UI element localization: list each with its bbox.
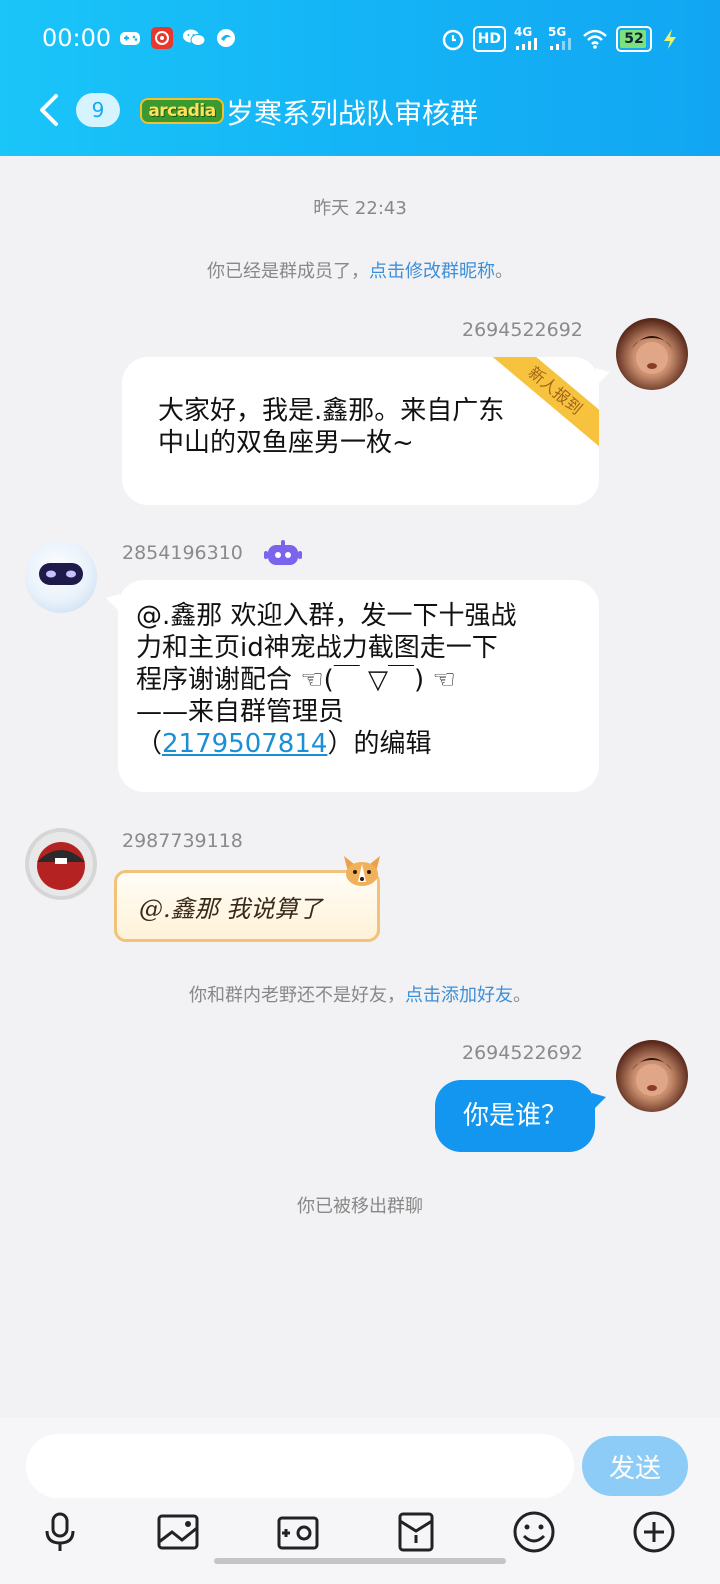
unread-count-badge[interactable]: 9 [76,93,120,127]
wifi-icon [582,26,608,52]
add-friend-link[interactable]: 点击添加好友 [405,985,513,1006]
message-bubble[interactable]: @.鑫那 欢迎入群，发一下十强战 力和主页id神宠战力截图走一下 程序谢谢配合 … [118,580,599,792]
edit-nickname-link[interactable]: 点击修改群昵称 [369,261,495,282]
system-notice-text: 你已经是群成员了， [207,261,369,282]
system-notice-joined: 你已经是群成员了，点击修改群昵称。 [0,257,720,283]
music-app-icon [150,26,174,50]
camera-icon [277,1516,319,1550]
message-line: @.鑫那 欢迎入群，发一下十强战 [136,601,517,631]
system-notice-not-friend: 你和群内老野还不是好友，点击添加好友。 [0,981,720,1007]
newcomer-ribbon-label: 新人报到 [492,357,599,447]
back-button[interactable] [34,90,68,130]
sender-name: 2694522692 [462,1042,583,1064]
admin-id-link[interactable]: 2179507814 [162,729,327,759]
emoji-button[interactable] [512,1510,556,1554]
net-4g-label: 4G [514,25,533,39]
swirl-app-icon [214,26,238,50]
bubble-tail [106,594,120,612]
avatar[interactable] [25,828,97,900]
send-button[interactable]: 发送 [582,1436,688,1496]
robot-badge-icon [264,540,302,565]
avatar[interactable] [616,1040,688,1112]
signal-5g-icon: 5G [548,26,574,52]
system-notice-text: 你和群内老野还不是好友， [189,985,405,1006]
voice-button[interactable] [38,1510,82,1554]
sender-name: 2694522692 [462,319,583,341]
home-indicator[interactable] [214,1558,506,1564]
status-app-icons [118,26,238,50]
message-text: ）的编辑 [327,729,432,759]
message-line: 力和主页id神宠战力截图走一下 [136,633,498,663]
back-chevron-icon [40,94,58,126]
net-5g-label: 5G [548,25,567,39]
message-bubble[interactable]: 大家好，我是.鑫那。来自广东 中山的双鱼座男一枚~ 新人报到 [122,357,599,505]
system-notice-end: 。 [495,261,513,282]
game-controller-icon [118,26,142,50]
camera-button[interactable] [276,1510,320,1554]
message-bubble[interactable]: 你是谁？ [435,1080,595,1152]
microphone-icon [45,1512,75,1551]
status-indicators: HD 4G 5G 52 [441,24,680,54]
image-button[interactable] [156,1510,200,1554]
timestamp: 昨天 22:43 [313,198,407,219]
status-bar: 00:00 HD 4G 5G 52 [0,0,720,78]
sender-name: 2987739118 [122,830,243,852]
signal-4g-icon: 4G [514,26,540,52]
avatar[interactable] [25,541,97,613]
input-toolbar [0,1510,720,1554]
emoji-icon [513,1511,555,1553]
message-input[interactable] [26,1434,574,1498]
corgi-sticker-icon [344,856,380,886]
bubble-tail [592,1093,606,1111]
group-logo: arcadia [140,98,224,124]
system-notice-removed: 你已被移出群聊 [297,1196,423,1217]
more-button[interactable] [632,1510,676,1554]
system-notice-end: 。 [513,985,531,1006]
message-text: （ [136,729,163,759]
image-icon [157,1514,199,1550]
newcomer-ribbon: 新人报到 [489,357,599,467]
header: 00:00 HD 4G 5G 52 9 arcadia 岁寒系列战队审核群 [0,0,720,156]
sender-name: 2854196310 [122,542,243,564]
status-time: 00:00 [42,24,112,52]
avatar[interactable] [616,318,688,390]
hd-badge: HD [472,26,506,52]
title-bar: 9 arcadia 岁寒系列战队审核群 [0,80,720,156]
bubble-tail [596,368,610,386]
red-packet-button[interactable] [394,1510,438,1554]
battery-indicator: 52 [616,26,652,52]
battery-level: 52 [624,31,644,47]
alarm-icon [441,26,465,52]
plus-icon [633,1511,675,1553]
message-line: 程序谢谢配合 ☜(￣ ▽￣) ☜ [136,665,456,695]
message-line: ——来自群管理员 [136,697,345,727]
red-packet-icon [398,1512,434,1552]
message-text: @.鑫那 我说算了 [139,894,323,923]
message-text: 你是谁？ [462,1101,567,1131]
chat-title[interactable]: 岁寒系列战队审核群 [226,92,478,132]
charging-icon [660,26,680,52]
wechat-icon [182,26,206,50]
message-line: （2179507814）的编辑 [136,728,581,760]
